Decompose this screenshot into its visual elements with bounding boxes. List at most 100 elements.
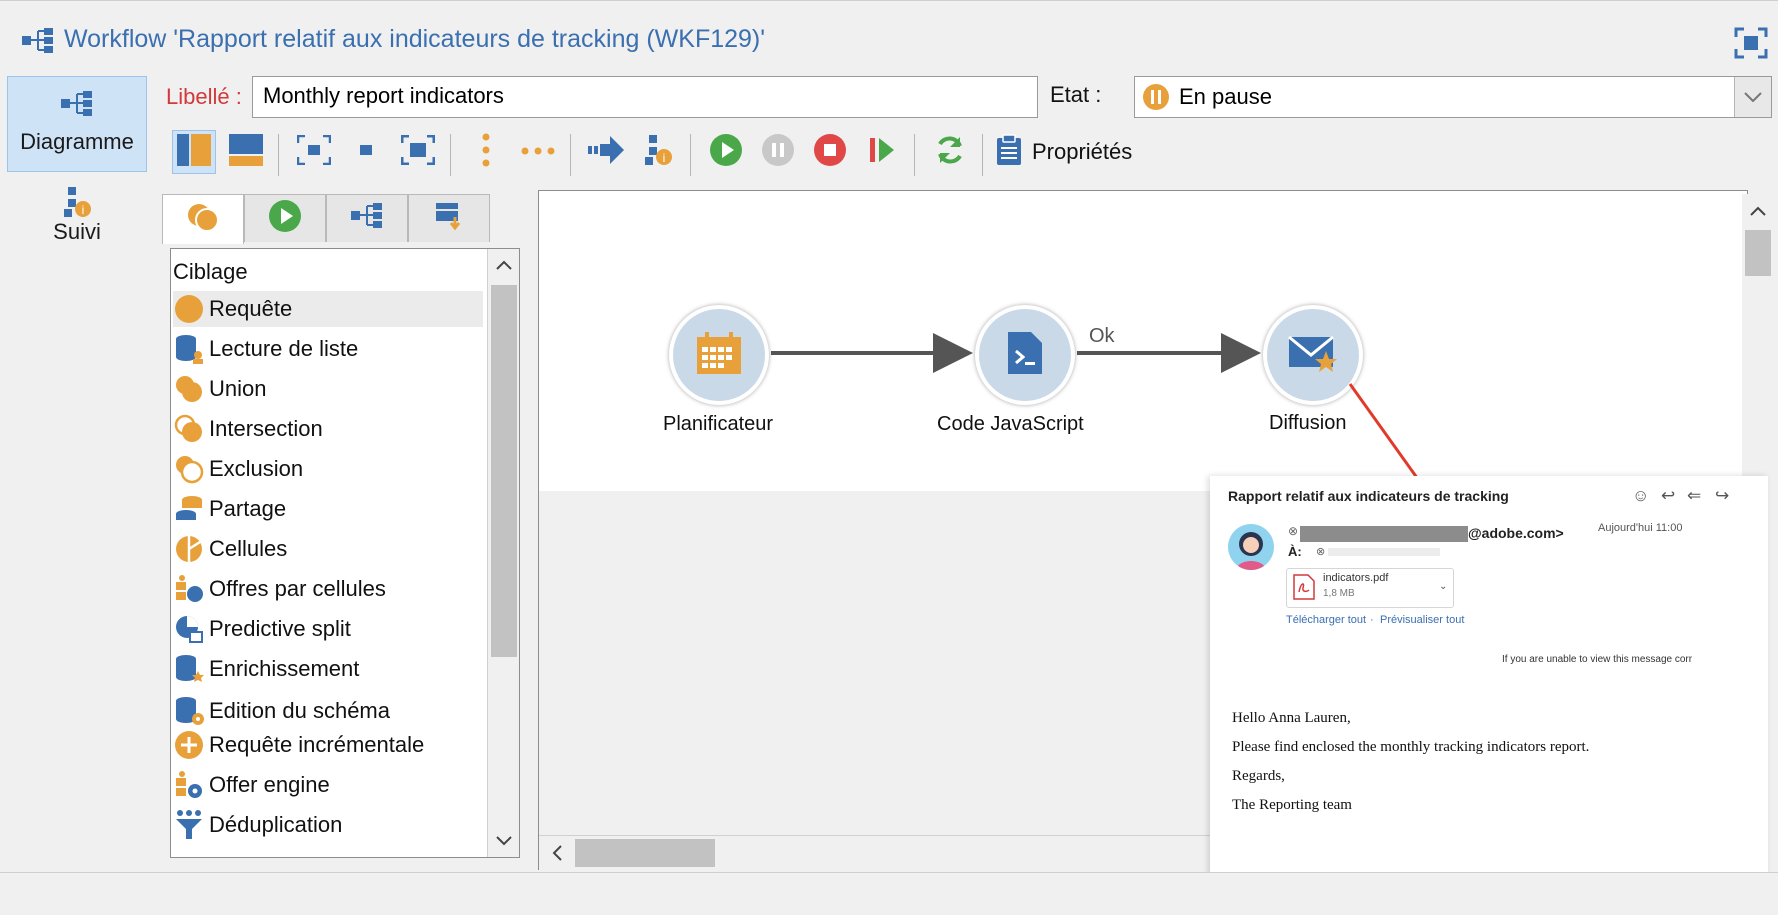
preview-all-link[interactable]: Prévisualiser tout — [1380, 614, 1464, 626]
palette-item-union[interactable]: Union — [173, 371, 483, 407]
palette-item-label: Predictive split — [209, 616, 351, 641]
zoom-fit-button[interactable] — [292, 130, 336, 174]
step-button[interactable] — [860, 130, 904, 174]
node-planificateur[interactable] — [669, 305, 769, 405]
deduplication-icon — [173, 809, 205, 841]
tracking-icon: i — [8, 185, 146, 219]
to-label: À: — [1288, 544, 1302, 559]
libelle-input[interactable]: Monthly report indicators — [252, 76, 1038, 118]
pdf-icon — [1293, 574, 1315, 605]
reply-all-icon[interactable]: ⇐ — [1687, 486, 1701, 506]
properties-button[interactable]: Propriétés — [996, 130, 1132, 174]
sidebar-item-label: Diagramme — [20, 129, 134, 154]
node-label: Planificateur — [663, 413, 774, 435]
palette-item-predictive-split[interactable]: Predictive split — [173, 611, 483, 647]
delivery-icon — [1288, 333, 1338, 378]
scroll-up-icon[interactable] — [488, 249, 519, 281]
palette-item-deduplication[interactable]: Déduplication — [173, 807, 483, 843]
zoom-select-button[interactable] — [396, 130, 440, 174]
intersection-icon — [173, 413, 205, 445]
workflow-icon — [22, 28, 54, 59]
palette-item-requete[interactable]: Requête — [173, 291, 483, 327]
attachment-size: 1,8 MB — [1323, 588, 1355, 599]
zoom-normal-button[interactable] — [344, 130, 388, 174]
forward-icon[interactable]: ↪ — [1715, 486, 1729, 506]
tab-events[interactable] — [408, 194, 490, 242]
etat-select[interactable]: En pause — [1134, 76, 1772, 118]
tab-actions[interactable] — [326, 194, 408, 242]
arrow-right-icon — [588, 135, 624, 169]
avatar — [1228, 524, 1274, 570]
palette-item-requete-incrementale[interactable]: Requête incrémentale — [173, 727, 483, 763]
offers-cells-icon — [173, 573, 205, 605]
palette-item-lecture-liste[interactable]: Lecture de liste — [173, 331, 483, 367]
tab-flow-control[interactable] — [244, 194, 326, 242]
list-read-icon — [173, 333, 205, 365]
align-horizontal-button[interactable] — [516, 130, 560, 174]
email-body-line: Please find enclosed the monthly trackin… — [1232, 739, 1590, 755]
stop-icon — [813, 133, 847, 172]
palette-item-intersection[interactable]: Intersection — [173, 411, 483, 447]
chevron-down-icon[interactable] — [1734, 77, 1771, 117]
palette-item-label: Edition du schéma — [209, 698, 390, 723]
status-bar — [0, 872, 1778, 915]
sender-redacted — [1300, 526, 1468, 542]
palette-item-label: Intersection — [209, 416, 323, 441]
incremental-query-icon — [173, 729, 205, 761]
recipient-redacted — [1328, 548, 1440, 556]
palette-item-label: Exclusion — [209, 456, 304, 481]
chevron-down-icon[interactable]: ⌄ — [1439, 581, 1447, 592]
palette-item-cellules[interactable]: Cellules — [173, 531, 483, 567]
start-button[interactable] — [704, 130, 748, 174]
palette-item-label: Partage — [209, 496, 287, 521]
pause-button[interactable] — [756, 130, 800, 174]
tab-targeting[interactable] — [162, 194, 244, 244]
download-all-link[interactable]: Télécharger tout — [1286, 614, 1366, 626]
palette-item-label: Déduplication — [209, 812, 343, 837]
sidebar-item-suivi[interactable]: i Suivi — [7, 184, 147, 256]
palette-item-partage[interactable]: Partage — [173, 491, 483, 527]
flow-control-tab-icon — [268, 199, 302, 238]
union-icon — [173, 373, 205, 405]
layout-vertical-button[interactable] — [172, 130, 216, 174]
reply-icon[interactable]: ↩ — [1661, 486, 1675, 506]
layout-horizontal-button[interactable] — [224, 130, 268, 174]
scroll-up-icon[interactable] — [1742, 194, 1774, 228]
palette-item-label: Requête — [209, 296, 293, 321]
scroll-thumb[interactable] — [575, 839, 715, 867]
properties-label: Propriétés — [1032, 139, 1133, 164]
layout-horizontal-icon — [229, 133, 263, 171]
palette-scrollbar[interactable] — [487, 249, 519, 857]
scroll-down-icon[interactable] — [488, 825, 519, 857]
emoji-icon[interactable]: ☺ — [1632, 486, 1649, 506]
window-title: Workflow 'Rapport relatif aux indicateur… — [64, 25, 766, 53]
title-bar: Workflow 'Rapport relatif aux indicateur… — [0, 0, 1778, 85]
palette-item-exclusion[interactable]: Exclusion — [173, 451, 483, 487]
refresh-button[interactable] — [928, 130, 972, 174]
align-vertical-icon — [481, 133, 491, 172]
align-vertical-button[interactable] — [464, 130, 508, 174]
stop-button[interactable] — [808, 130, 852, 174]
zoom-normal-icon — [356, 140, 376, 165]
etat-label: Etat : — [1050, 82, 1102, 107]
move-right-button[interactable] — [584, 130, 628, 174]
query-icon — [173, 293, 205, 325]
view-sidebar: Diagramme i Suivi — [0, 76, 150, 876]
exclusion-icon — [173, 453, 205, 485]
node-code-javascript[interactable] — [975, 305, 1075, 405]
attachment-card[interactable]: indicators.pdf 1,8 MB ⌄ — [1286, 568, 1454, 608]
palette-item-offres-cellules[interactable]: Offres par cellules — [173, 571, 483, 607]
scroll-thumb[interactable] — [1745, 230, 1771, 276]
palette-item-label: Requête incrémentale — [209, 732, 425, 757]
maximize-icon[interactable] — [1734, 27, 1768, 64]
sidebar-item-diagramme[interactable]: Diagramme — [7, 76, 147, 172]
palette-item-offer-engine[interactable]: Offer engine — [173, 767, 483, 803]
predictive-split-icon — [173, 613, 205, 645]
scroll-left-icon[interactable] — [543, 836, 571, 870]
palette-item-edition-schema[interactable]: Edition du schéma — [173, 693, 483, 729]
step-icon — [868, 136, 896, 169]
scroll-thumb[interactable] — [491, 285, 517, 657]
workflow-properties-button[interactable]: i — [636, 130, 680, 174]
palette-item-enrichissement[interactable]: Enrichissement — [173, 651, 483, 687]
cells-icon — [173, 533, 205, 565]
